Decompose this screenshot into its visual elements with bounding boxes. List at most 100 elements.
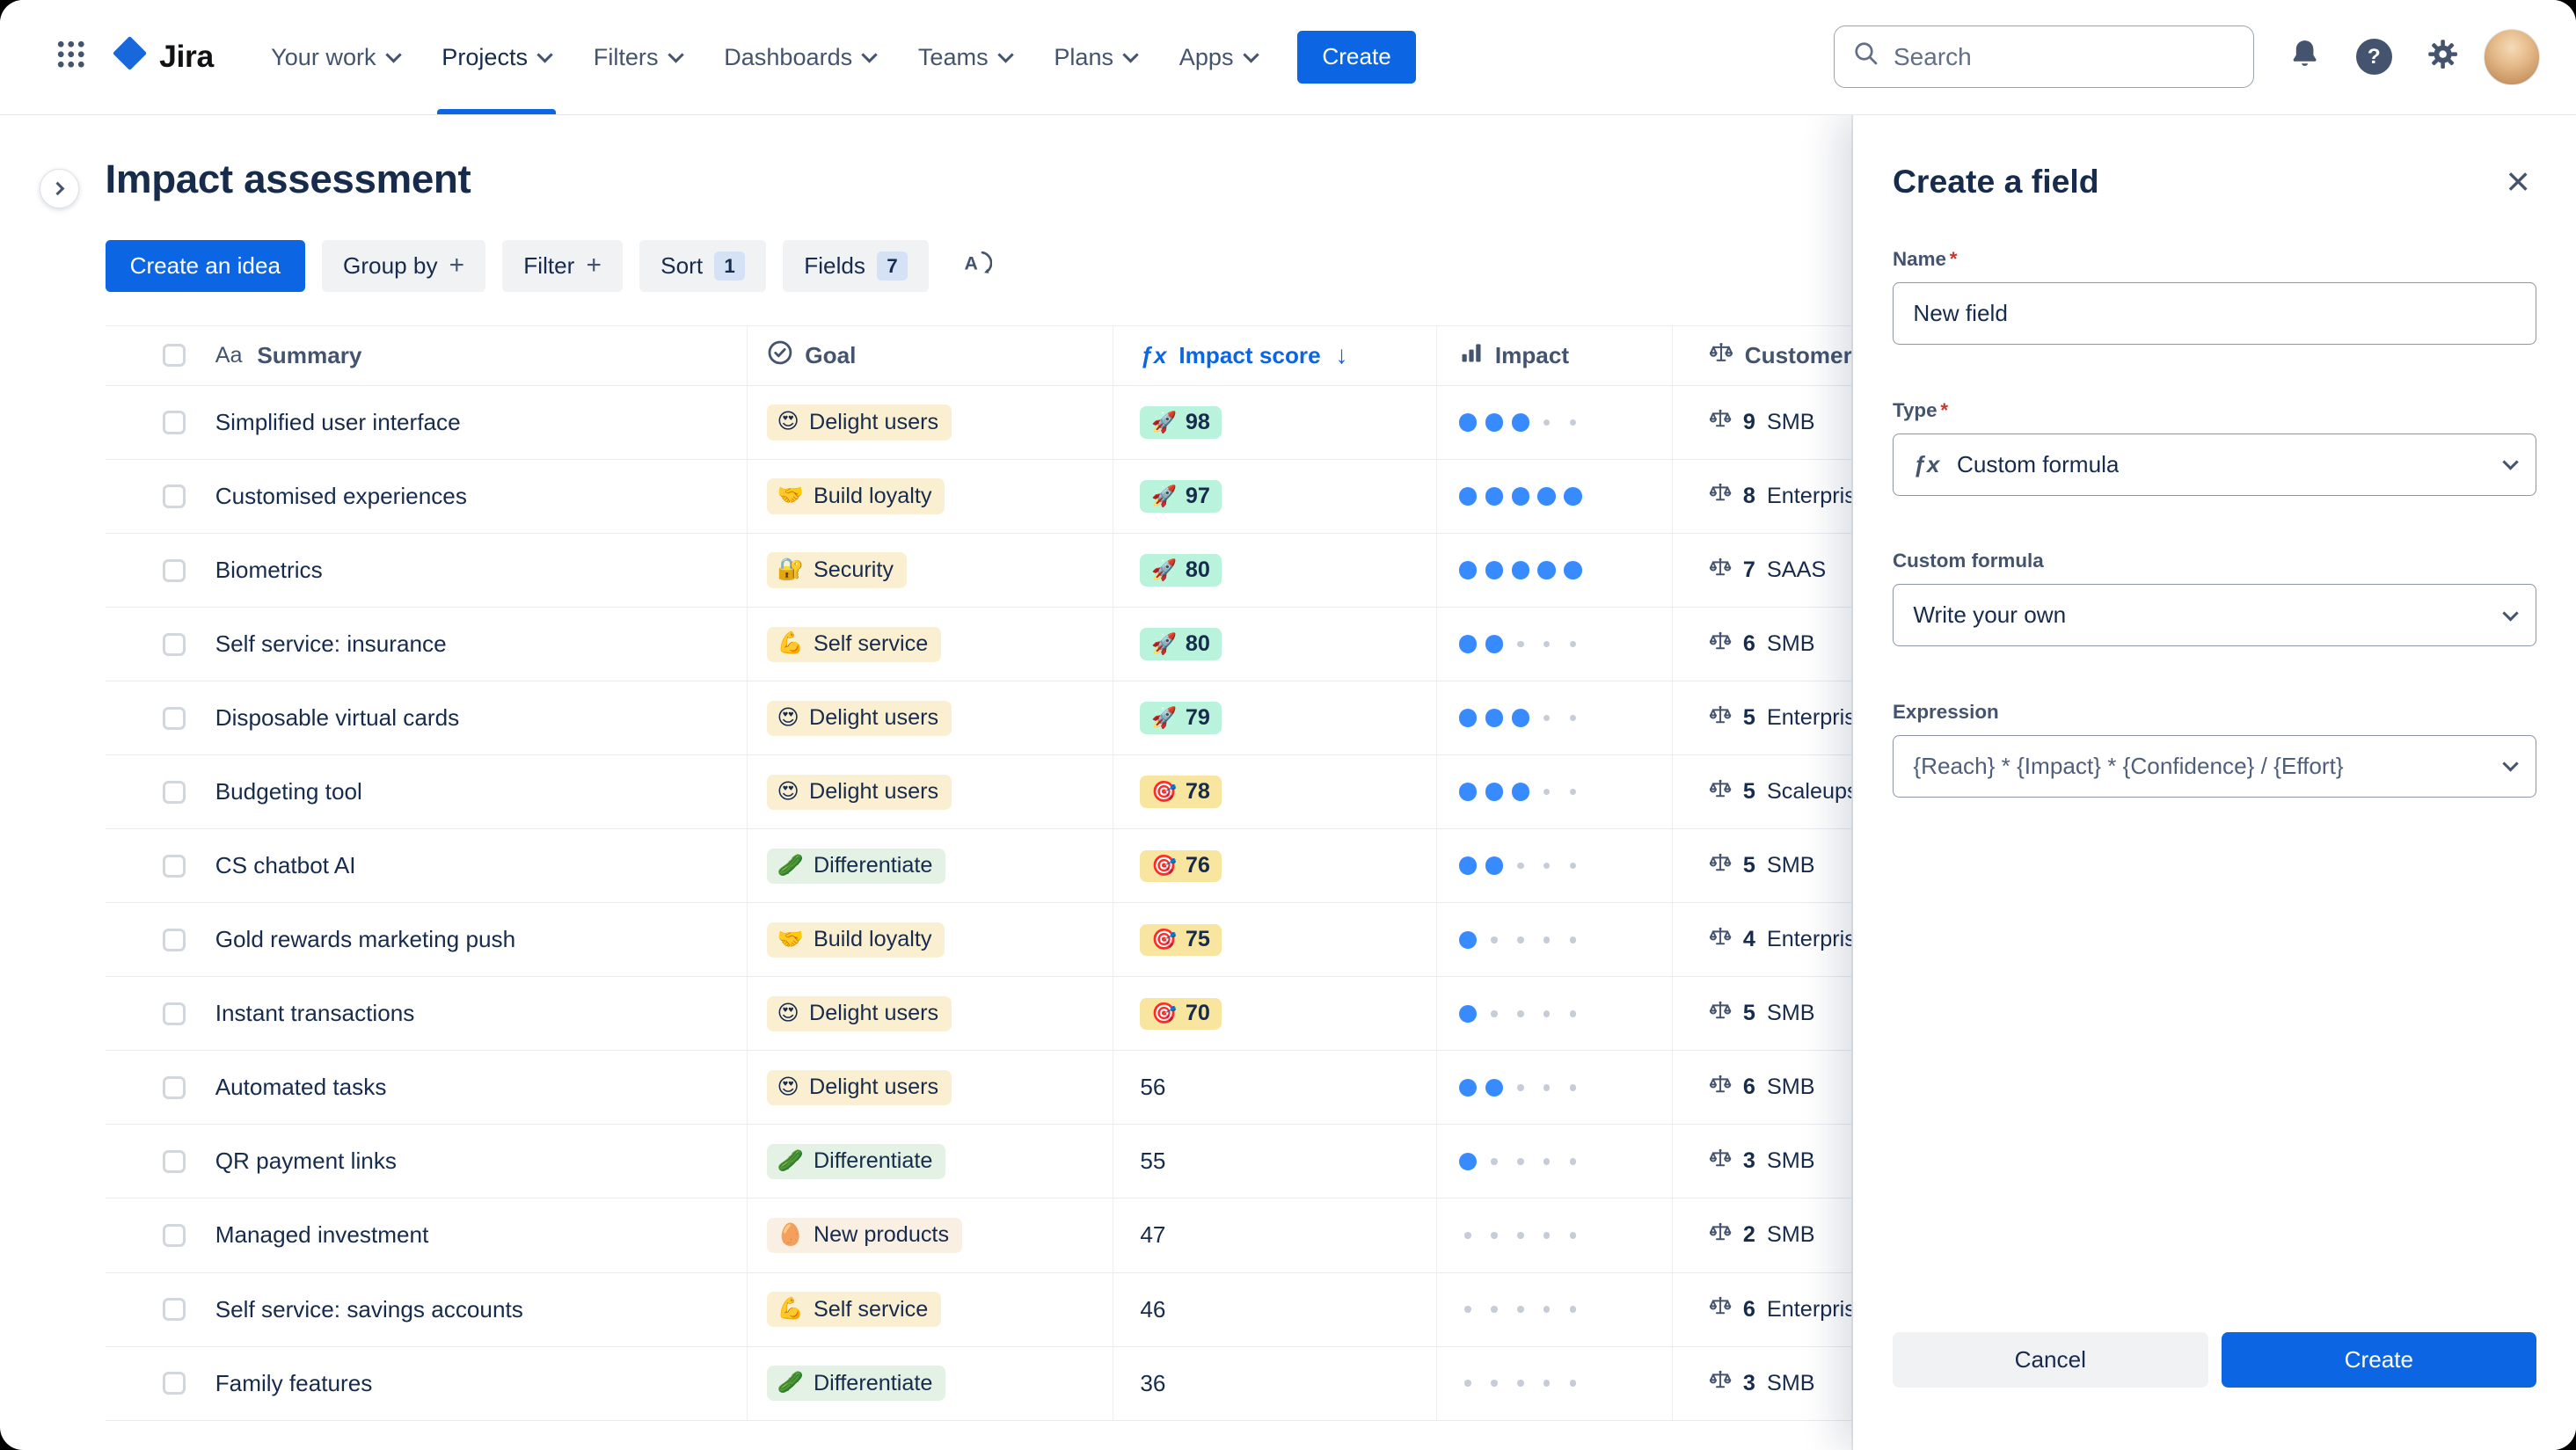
nav-item-your-work[interactable]: Your work bbox=[250, 0, 420, 114]
impact-dots[interactable] bbox=[1437, 1125, 1673, 1199]
impact-score-badge[interactable]: 47 bbox=[1140, 1219, 1165, 1252]
panel-create-button[interactable]: Create bbox=[2221, 1331, 2537, 1388]
help-button[interactable]: ? bbox=[2346, 29, 2403, 85]
impact-score-badge[interactable]: 🚀 80 bbox=[1140, 628, 1222, 660]
impact-dots[interactable] bbox=[1437, 755, 1673, 829]
row-summary[interactable]: QR payment links bbox=[215, 1148, 397, 1175]
create-idea-button[interactable]: Create an idea bbox=[105, 239, 306, 293]
impact-score-badge[interactable]: 🚀 98 bbox=[1140, 406, 1222, 439]
fields-button[interactable]: Fields 7 bbox=[782, 239, 930, 293]
notifications-button[interactable] bbox=[2277, 29, 2333, 85]
nav-item-filters[interactable]: Filters bbox=[573, 0, 703, 114]
goal-badge[interactable]: 🥚 New products bbox=[767, 1217, 962, 1254]
row-summary[interactable]: Self service: savings accounts bbox=[215, 1296, 523, 1323]
goal-badge[interactable]: 🥒 Differentiate bbox=[767, 1365, 946, 1402]
impact-score-badge[interactable]: 56 bbox=[1140, 1071, 1165, 1104]
nav-item-teams[interactable]: Teams bbox=[897, 0, 1033, 114]
select-all-checkbox[interactable] bbox=[162, 344, 186, 368]
impact-score-badge[interactable]: 🎯 70 bbox=[1140, 997, 1222, 1031]
impact-dots[interactable] bbox=[1437, 1199, 1673, 1272]
row-checkbox[interactable] bbox=[162, 485, 186, 508]
goal-badge[interactable]: 🥒 Differentiate bbox=[767, 1143, 946, 1180]
row-summary[interactable]: Budgeting tool bbox=[215, 778, 362, 805]
column-header-impact[interactable]: Impact bbox=[1437, 325, 1673, 385]
goal-badge[interactable]: 💪 Self service bbox=[767, 1291, 942, 1328]
row-summary[interactable]: Self service: insurance bbox=[215, 630, 447, 658]
row-checkbox[interactable] bbox=[162, 706, 186, 730]
impact-dots[interactable] bbox=[1437, 385, 1673, 459]
row-summary[interactable]: Customised experiences bbox=[215, 483, 467, 510]
row-checkbox[interactable] bbox=[162, 854, 186, 878]
field-name-input[interactable] bbox=[1913, 300, 2516, 328]
impact-score-badge[interactable]: 🎯 75 bbox=[1140, 923, 1222, 957]
formula-mode-select[interactable]: Write your own bbox=[1892, 584, 2537, 647]
nav-item-plans[interactable]: Plans bbox=[1033, 0, 1157, 114]
impact-dots[interactable] bbox=[1437, 903, 1673, 977]
row-summary[interactable]: Disposable virtual cards bbox=[215, 704, 460, 732]
impact-dots[interactable] bbox=[1437, 977, 1673, 1051]
impact-dots[interactable] bbox=[1437, 460, 1673, 534]
column-header-summary[interactable]: Aa Summary bbox=[214, 325, 748, 385]
row-checkbox[interactable] bbox=[162, 928, 186, 951]
goal-badge[interactable]: 😍 Delight users bbox=[767, 1069, 952, 1105]
goal-badge[interactable]: 😍 Delight users bbox=[767, 995, 952, 1031]
column-header-goal[interactable]: Goal bbox=[748, 325, 1114, 385]
impact-score-badge[interactable]: 🎯 78 bbox=[1140, 776, 1222, 808]
row-checkbox[interactable] bbox=[162, 1223, 186, 1248]
row-checkbox[interactable] bbox=[162, 1297, 186, 1322]
goal-badge[interactable]: 💪 Self service bbox=[767, 626, 942, 662]
column-header-impact-score[interactable]: ƒx Impact score ↓ bbox=[1113, 325, 1438, 385]
row-summary[interactable]: Managed investment bbox=[215, 1221, 429, 1249]
jira-logo[interactable]: Jira bbox=[112, 35, 214, 78]
impact-score-badge[interactable]: 46 bbox=[1140, 1293, 1165, 1326]
impact-score-badge[interactable]: 🚀 80 bbox=[1140, 554, 1222, 587]
impact-score-badge[interactable]: 36 bbox=[1140, 1366, 1165, 1400]
goal-badge[interactable]: 😍 Delight users bbox=[767, 774, 952, 810]
row-checkbox[interactable] bbox=[162, 558, 186, 582]
impact-score-badge[interactable]: 55 bbox=[1140, 1145, 1165, 1178]
cancel-button[interactable]: Cancel bbox=[1892, 1331, 2208, 1388]
create-button[interactable]: Create bbox=[1297, 30, 1416, 84]
row-summary[interactable]: Family features bbox=[215, 1370, 373, 1397]
row-checkbox[interactable] bbox=[162, 1075, 186, 1099]
expression-select[interactable]: {Reach} * {Impact} * {Confidence} / {Eff… bbox=[1892, 735, 2537, 798]
sort-button[interactable]: Sort 1 bbox=[639, 239, 767, 293]
filter-button[interactable]: Filter + bbox=[502, 239, 624, 293]
row-checkbox[interactable] bbox=[162, 1149, 186, 1174]
row-summary[interactable]: Gold rewards marketing push bbox=[215, 926, 515, 953]
impact-dots[interactable] bbox=[1437, 1051, 1673, 1125]
impact-score-badge[interactable]: 🚀 97 bbox=[1140, 480, 1222, 513]
expand-sidebar-button[interactable] bbox=[39, 169, 79, 209]
impact-dots[interactable] bbox=[1437, 1346, 1673, 1420]
rank-sort-button[interactable]: A bbox=[949, 240, 1005, 293]
impact-dots[interactable] bbox=[1437, 681, 1673, 755]
search-input[interactable] bbox=[1894, 42, 2236, 71]
app-switcher-button[interactable] bbox=[43, 29, 99, 85]
impact-dots[interactable] bbox=[1437, 608, 1673, 681]
row-summary[interactable]: Simplified user interface bbox=[215, 409, 461, 436]
nav-item-projects[interactable]: Projects bbox=[420, 0, 573, 115]
goal-badge[interactable]: 😍 Delight users bbox=[767, 404, 952, 441]
goal-badge[interactable]: 🔐 Security bbox=[767, 552, 907, 588]
row-checkbox[interactable] bbox=[162, 1002, 186, 1025]
row-checkbox[interactable] bbox=[162, 632, 186, 656]
impact-score-badge[interactable]: 🚀 79 bbox=[1140, 702, 1222, 734]
nav-item-dashboards[interactable]: Dashboards bbox=[703, 0, 897, 114]
settings-button[interactable] bbox=[2415, 29, 2471, 85]
impact-dots[interactable] bbox=[1437, 1272, 1673, 1346]
goal-badge[interactable]: 🤝 Build loyalty bbox=[767, 478, 945, 514]
type-select[interactable]: ƒx Custom formula bbox=[1892, 433, 2537, 496]
goal-badge[interactable]: 😍 Delight users bbox=[767, 700, 952, 736]
impact-dots[interactable] bbox=[1437, 534, 1673, 608]
user-avatar[interactable] bbox=[2484, 29, 2540, 85]
goal-badge[interactable]: 🤝 Build loyalty bbox=[767, 922, 945, 958]
row-checkbox[interactable] bbox=[162, 411, 186, 434]
close-icon[interactable]: × bbox=[2499, 157, 2536, 205]
impact-score-badge[interactable]: 🎯 76 bbox=[1140, 849, 1222, 882]
row-summary[interactable]: CS chatbot AI bbox=[215, 852, 356, 879]
row-summary[interactable]: Biometrics bbox=[215, 557, 323, 584]
search-box[interactable] bbox=[1833, 26, 2254, 89]
impact-dots[interactable] bbox=[1437, 829, 1673, 903]
group-by-button[interactable]: Group by + bbox=[321, 239, 486, 293]
row-summary[interactable]: Instant transactions bbox=[215, 1000, 415, 1027]
